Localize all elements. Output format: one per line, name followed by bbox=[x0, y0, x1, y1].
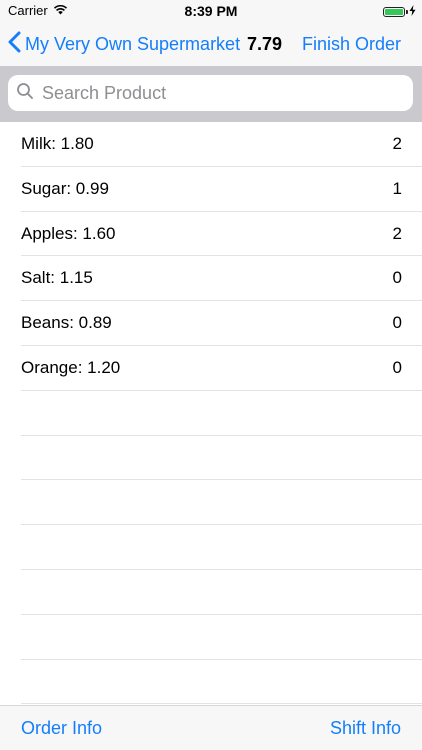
product-quantity: 0 bbox=[392, 357, 402, 377]
empty-row bbox=[21, 480, 422, 526]
empty-row bbox=[21, 391, 422, 436]
empty-row bbox=[21, 660, 422, 705]
product-name-price: Sugar: 0.99 bbox=[21, 178, 109, 198]
empty-row bbox=[21, 615, 422, 660]
chevron-left-icon bbox=[8, 31, 21, 58]
order-info-button[interactable]: Order Info bbox=[21, 706, 102, 750]
search-input[interactable] bbox=[42, 82, 382, 104]
product-quantity: 2 bbox=[392, 134, 402, 153]
product-quantity: 1 bbox=[392, 178, 402, 198]
product-row[interactable]: Orange: 1.20 0 bbox=[21, 346, 422, 391]
search-field[interactable] bbox=[8, 75, 413, 111]
product-row[interactable]: Beans: 0.89 0 bbox=[21, 301, 422, 346]
product-name-price: Apples: 1.60 bbox=[21, 223, 116, 243]
empty-row bbox=[21, 525, 422, 570]
bottom-toolbar: Order Info Shift Info bbox=[0, 705, 422, 750]
finish-order-button[interactable]: Finish Order bbox=[302, 22, 401, 66]
status-bar: Carrier 8:39 PM bbox=[0, 0, 422, 22]
product-quantity: 0 bbox=[392, 313, 402, 333]
empty-row bbox=[21, 436, 422, 481]
back-button-label: My Very Own Supermarket bbox=[25, 33, 241, 54]
order-total: 7.79 bbox=[247, 34, 283, 54]
product-name-price: Orange: 1.20 bbox=[21, 357, 121, 377]
product-row[interactable]: Milk: 1.80 2 bbox=[21, 122, 422, 167]
product-name-price: Milk: 1.80 bbox=[21, 134, 94, 153]
product-quantity: 2 bbox=[392, 223, 402, 243]
search-icon bbox=[16, 82, 42, 105]
search-bar bbox=[0, 66, 422, 122]
product-row[interactable]: Salt: 1.15 0 bbox=[21, 256, 422, 302]
product-row[interactable]: Sugar: 0.99 1 bbox=[21, 167, 422, 212]
empty-row bbox=[21, 570, 422, 615]
shift-info-button[interactable]: Shift Info bbox=[330, 706, 401, 750]
battery-level bbox=[385, 8, 403, 15]
product-name-price: Beans: 0.89 bbox=[21, 313, 112, 333]
battery-icon bbox=[383, 6, 408, 17]
product-quantity: 0 bbox=[392, 268, 402, 288]
status-right bbox=[383, 4, 416, 19]
product-row[interactable]: Apples: 1.60 2 bbox=[21, 212, 422, 257]
bolt-icon bbox=[409, 4, 416, 19]
product-list: Milk: 1.80 2 Sugar: 0.99 1 Apples: 1.60 … bbox=[0, 122, 422, 705]
back-button[interactable]: My Very Own Supermarket bbox=[8, 22, 240, 66]
status-time: 8:39 PM bbox=[184, 3, 238, 19]
product-name-price: Salt: 1.15 bbox=[21, 268, 93, 288]
navigation-bar: My Very Own Supermarket 7.79 Finish Orde… bbox=[0, 22, 422, 66]
